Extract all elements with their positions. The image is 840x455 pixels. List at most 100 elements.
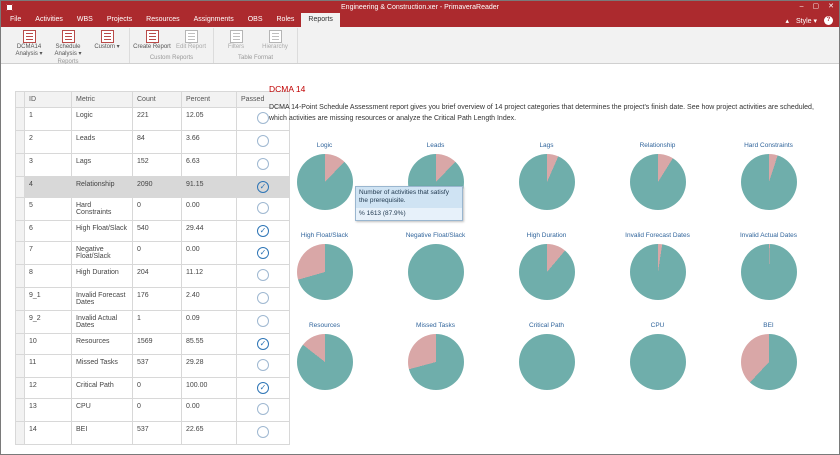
- table-row[interactable]: 6 High Float/Slack 540 29.44 ✓: [15, 220, 290, 242]
- passed-empty-icon: [257, 292, 269, 304]
- schedule-analysis-button[interactable]: Schedule Analysis ▾: [49, 28, 87, 58]
- passed-empty-icon: [257, 135, 269, 147]
- table-row[interactable]: 11 Missed Tasks 537 29.28: [15, 354, 290, 378]
- column-header-metric[interactable]: Metric: [71, 91, 133, 108]
- pie-icon[interactable]: [296, 243, 353, 300]
- pie-chart-label: Critical Path: [528, 321, 565, 329]
- table-row[interactable]: 9_1 Invalid Forecast Dates 176 2.40: [15, 287, 290, 311]
- column-header-percent[interactable]: Percent: [181, 91, 237, 108]
- close-button[interactable]: ✕: [828, 1, 834, 13]
- row-selector[interactable]: [15, 130, 25, 154]
- ribbon-group-label: Table Format: [237, 55, 273, 61]
- row-selector[interactable]: [15, 153, 25, 177]
- tab-assignments[interactable]: Assignments: [187, 13, 241, 27]
- minimize-button[interactable]: –: [800, 1, 804, 13]
- cell-percent: 22.65: [181, 421, 237, 445]
- tab-obs[interactable]: OBS: [241, 13, 270, 27]
- pie-icon[interactable]: [518, 243, 575, 300]
- pie-icon[interactable]: [407, 243, 464, 300]
- cell-count: 204: [132, 264, 182, 288]
- pie-icon[interactable]: [407, 333, 464, 390]
- pie-icon[interactable]: [518, 333, 575, 390]
- dcma14-analysis-button[interactable]: DCMA14 Analysis ▾: [10, 28, 48, 58]
- edit-report-button: Edit Report: [172, 28, 210, 54]
- row-selector[interactable]: [15, 421, 25, 445]
- row-selector[interactable]: [15, 354, 25, 378]
- custom-button[interactable]: Custom ▾: [88, 28, 126, 58]
- row-selector[interactable]: [15, 377, 25, 399]
- maximize-button[interactable]: ▢: [813, 1, 820, 13]
- passed-empty-icon: [257, 315, 269, 327]
- pie-chart-grid: Number of activities that satisfy the pr…: [269, 142, 833, 412]
- passed-check-icon: ✓: [257, 382, 269, 394]
- table-row[interactable]: 12 Critical Path 0 100.00 ✓: [15, 377, 290, 399]
- row-selector[interactable]: [15, 241, 25, 265]
- row-selector[interactable]: [15, 220, 25, 242]
- table-row[interactable]: 9_2 Invalid Actual Dates 1 0.09: [15, 310, 290, 334]
- cell-metric: Invalid Forecast Dates: [71, 287, 133, 311]
- cell-metric: CPU: [71, 398, 133, 422]
- ribbon-button-label: Create Report: [133, 44, 171, 50]
- schedule-analysis-icon: [61, 30, 75, 43]
- table-row[interactable]: 3 Lags 152 6.63: [15, 153, 290, 177]
- table-row[interactable]: 14 BEI 537 22.65: [15, 421, 290, 445]
- ribbon-group-table-format: Filters Hierarchy Table Format: [214, 28, 298, 63]
- row-selector[interactable]: [15, 107, 25, 131]
- table-row[interactable]: 7 Negative Float/Slack 0 0.00 ✓: [15, 241, 290, 265]
- row-selector[interactable]: [15, 197, 25, 221]
- table-row[interactable]: 5 Hard Constraints 0 0.00: [15, 197, 290, 221]
- table-row[interactable]: 13 CPU 0 0.00: [15, 398, 290, 422]
- tab-resources[interactable]: Resources: [139, 13, 186, 27]
- column-header-count[interactable]: Count: [132, 91, 182, 108]
- menubar: File Activities WBS Projects Resources Assign…: [1, 13, 839, 27]
- tooltip-value: % 1613 (87.9%): [359, 209, 406, 217]
- tab-file[interactable]: File: [3, 13, 28, 27]
- pie-icon[interactable]: [740, 153, 797, 210]
- pie-icon[interactable]: [518, 153, 575, 210]
- pie-chart-label: Negative Float/Slack: [405, 231, 466, 239]
- tab-wbs[interactable]: WBS: [70, 13, 100, 27]
- cell-metric: Leads: [71, 130, 133, 154]
- tab-roles[interactable]: Roles: [270, 13, 302, 27]
- cell-percent: 0.00: [181, 241, 237, 265]
- pie-chart-missed-tasks: Missed Tasks: [380, 322, 491, 412]
- table-row[interactable]: 1 Logic 221 12.05: [15, 107, 290, 131]
- cell-count: 2090: [132, 176, 182, 198]
- column-header-id[interactable]: ID: [24, 91, 72, 108]
- tab-projects[interactable]: Projects: [100, 13, 139, 27]
- pie-icon[interactable]: [629, 153, 686, 210]
- passed-empty-icon: [257, 403, 269, 415]
- ribbon-group-reports: DCMA14 Analysis ▾ Schedule Analysis ▾ Cust…: [7, 28, 130, 65]
- pie-chart-label: Relationship: [639, 141, 676, 149]
- cell-count: 537: [132, 354, 182, 378]
- row-selector[interactable]: [15, 398, 25, 422]
- table-row[interactable]: 4 Relationship 2090 91.15 ✓: [15, 176, 290, 198]
- help-icon[interactable]: ?: [824, 16, 833, 25]
- titlebar: Engineering & Construction.xer - Primave…: [1, 1, 839, 13]
- row-selector[interactable]: [15, 176, 25, 198]
- collapse-ribbon-icon[interactable]: ▴: [785, 17, 789, 25]
- cell-metric: Invalid Actual Dates: [71, 310, 133, 334]
- row-selector[interactable]: [15, 287, 25, 311]
- pie-icon[interactable]: [629, 243, 686, 300]
- cell-count: 1: [132, 310, 182, 334]
- filters-icon: [229, 30, 243, 43]
- style-dropdown[interactable]: Style ▾: [796, 17, 817, 25]
- pie-icon[interactable]: [296, 153, 353, 210]
- row-selector[interactable]: [15, 310, 25, 334]
- pie-icon[interactable]: [740, 243, 797, 300]
- pie-icon[interactable]: [740, 333, 797, 390]
- pie-icon[interactable]: [629, 333, 686, 390]
- cell-metric: BEI: [71, 421, 133, 445]
- cell-count: 540: [132, 220, 182, 242]
- pie-icon[interactable]: [296, 333, 353, 390]
- tab-reports[interactable]: Reports: [301, 13, 340, 27]
- table-row[interactable]: 2 Leads 84 3.66: [15, 130, 290, 154]
- row-selector[interactable]: [15, 333, 25, 355]
- table-row[interactable]: 10 Resources 1569 85.55 ✓: [15, 333, 290, 355]
- row-selector[interactable]: [15, 264, 25, 288]
- report-title: DCMA 14: [269, 84, 306, 94]
- create-report-button[interactable]: Create Report: [133, 28, 171, 54]
- tab-activities[interactable]: Activities: [28, 13, 70, 27]
- table-row[interactable]: 8 High Duration 204 11.12: [15, 264, 290, 288]
